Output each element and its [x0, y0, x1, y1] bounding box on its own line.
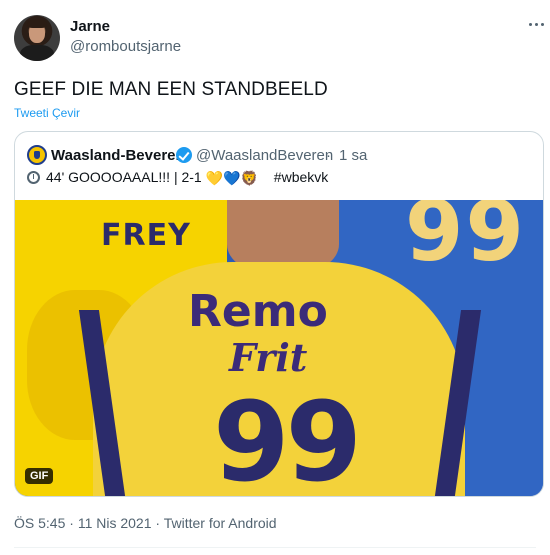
jersey-number: 99 [213, 378, 362, 497]
quoted-tweet-card[interactable]: Waasland-Beveren @WaaslandBeveren · 1 sa… [14, 131, 544, 497]
tweet-text: GEEF DIE MAN EEN STANDBEELD [14, 79, 328, 100]
quoted-author-handle[interactable]: @WaaslandBeveren [196, 147, 333, 164]
blue-heart-emoji: 💙 [223, 170, 241, 186]
sponsor-text-frit: Frit [229, 335, 308, 380]
gif-media[interactable]: 99 FREY Remo Frit 99 GIF [15, 200, 543, 497]
meta-separator: · [69, 515, 74, 531]
author-handle[interactable]: @romboutsjarne [70, 38, 181, 55]
background-number: 99 [405, 200, 526, 280]
divider [14, 547, 536, 548]
tweet-metadata: ÖS 5:45 · 11 Nis 2021 · Twitter for Andr… [14, 515, 277, 531]
quoted-timestamp[interactable]: 1 sa [339, 147, 367, 164]
tweet-date[interactable]: 11 Nis 2021 [78, 515, 152, 531]
tweet-time[interactable]: ÖS 5:45 [14, 515, 65, 531]
author-display-name[interactable]: Jarne [70, 18, 110, 35]
yellow-heart-emoji: 💛 [205, 170, 224, 186]
quoted-author-avatar[interactable] [27, 145, 47, 165]
quoted-author-display-name[interactable]: Waasland-Beveren [51, 147, 185, 164]
tweet: Jarne @romboutsjarne GEEF DIE MAN EEN ST… [0, 0, 550, 555]
jersey-name-frey: FREY [101, 218, 191, 253]
quoted-text-main: 44' GOOOOAAAL!!! | 2-1 [46, 169, 202, 185]
gif-badge: GIF [25, 468, 54, 484]
quoted-tweet-text: 44' GOOOOAAAL!!! | 2-1 💛💙🦁 #wbekvk [27, 169, 328, 187]
quoted-dot-separator: · [326, 147, 331, 164]
meta-separator: · [155, 515, 161, 531]
hashtag-link[interactable]: #wbekvk [274, 169, 328, 185]
verified-badge-icon [176, 147, 192, 163]
translate-tweet-link[interactable]: Tweeti Çevir [14, 106, 80, 120]
author-avatar[interactable] [14, 15, 60, 61]
more-icon[interactable] [524, 12, 548, 36]
stopwatch-icon [27, 171, 40, 184]
sponsor-text-remo: Remo [188, 286, 328, 337]
lion-emoji: 🦁 [240, 170, 258, 186]
tweet-source[interactable]: Twitter for Android [164, 515, 277, 531]
